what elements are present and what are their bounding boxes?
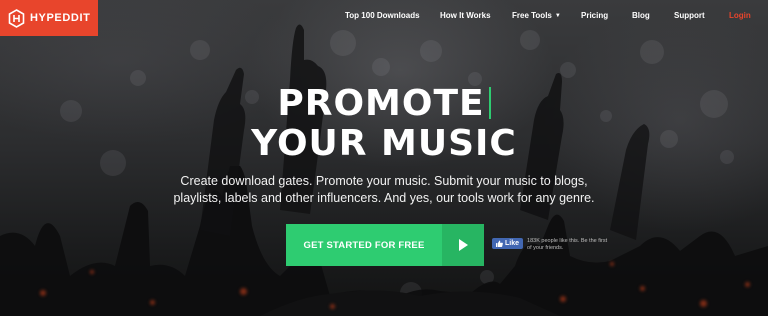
nav-blog[interactable]: Blog: [632, 11, 650, 20]
nav-free-tools-label: Free Tools: [512, 11, 552, 20]
nav-support[interactable]: Support: [674, 11, 705, 20]
facebook-like-count: 183K people like this. Be the first of y…: [527, 238, 657, 252]
facebook-like-count-line-1: 183K people like this. Be the first: [527, 238, 608, 244]
nav-top-100-downloads[interactable]: Top 100 Downloads: [345, 11, 420, 20]
nav-how-it-works[interactable]: How It Works: [440, 11, 491, 20]
headline-line-1-text: PROMOTE: [277, 83, 485, 124]
get-started-label: GET STARTED FOR FREE: [286, 224, 442, 266]
facebook-like-button[interactable]: Like: [492, 238, 524, 249]
nav-login[interactable]: Login: [729, 11, 751, 20]
headline-line-2: YOUR MUSIC: [251, 123, 517, 164]
typing-cursor: [488, 87, 491, 119]
caret-down-icon: ▼: [554, 12, 561, 19]
nav-pricing[interactable]: Pricing: [581, 11, 608, 20]
hero-subtitle-line-1: Create download gates. Promote your musi…: [180, 174, 588, 188]
facebook-like-widget: Like 183K people like this. Be the first…: [492, 238, 657, 252]
headline-line-1: PROMOTE: [0, 84, 768, 124]
thumbs-up-icon: [496, 240, 503, 247]
hero-subtitle-line-2: playlists, labels and other influencers.…: [173, 191, 595, 205]
hero-subtitle: Create download gates. Promote your musi…: [0, 173, 768, 207]
facebook-like-count-line-2: of your friends.: [527, 245, 564, 251]
play-icon: [442, 224, 484, 266]
main-nav: Top 100 Downloads How It Works Free Tool…: [0, 11, 768, 25]
nav-free-tools[interactable]: Free Tools ▼: [512, 11, 561, 20]
get-started-button[interactable]: GET STARTED FOR FREE: [286, 224, 484, 266]
facebook-like-label: Like: [505, 240, 520, 247]
